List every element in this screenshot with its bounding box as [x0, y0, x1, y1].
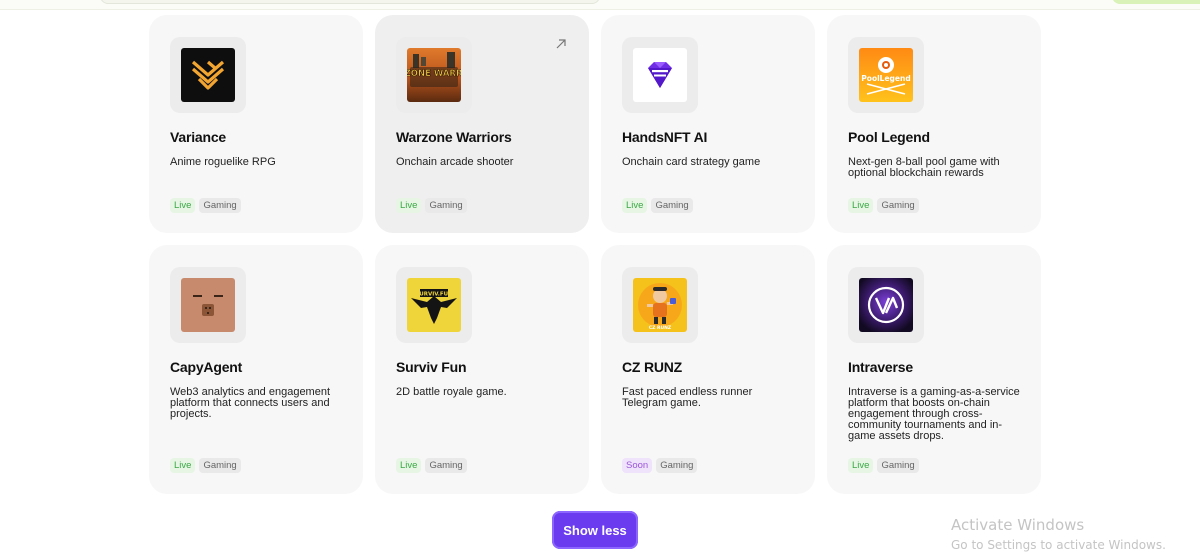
handsnft-diamond-logo-icon: [633, 48, 687, 102]
game-description: Anime roguelike RPG: [170, 156, 276, 168]
pool-legend-logo-icon: PoolLegend: [859, 48, 913, 102]
category-badge: Gaming: [877, 458, 919, 473]
game-card-capyagent[interactable]: CapyAgent Web3 analytics and engagement …: [149, 245, 363, 494]
category-badge: Gaming: [425, 458, 467, 473]
logo-frame: [170, 37, 246, 113]
game-title: CZ RUNZ: [622, 359, 683, 375]
logo-frame: [170, 267, 246, 343]
status-badge: Live: [396, 458, 422, 473]
status-badge: Live: [848, 198, 874, 213]
game-card-pool-legend[interactable]: PoolLegend Pool Legend Next-gen 8-ball p…: [827, 15, 1041, 233]
game-title: Surviv Fun: [396, 359, 467, 375]
game-description: Intraverse is a gaming-as-a-service plat…: [848, 386, 1020, 442]
watermark-title: Activate Windows: [951, 516, 1085, 534]
logo-text: PoolLegend: [861, 74, 910, 83]
tag-list: Live Gaming: [396, 458, 467, 473]
logo-frame: [622, 37, 698, 113]
tag-list: Live Gaming: [170, 458, 241, 473]
status-badge: Live: [622, 198, 648, 213]
logo-frame: [848, 267, 924, 343]
logo-frame: SURVIV.FUN: [396, 267, 472, 343]
show-less-button[interactable]: Show less: [552, 511, 638, 549]
game-card-cz-runz[interactable]: CZ RUNZ CZ RUNZ Fast paced endless runne…: [601, 245, 815, 494]
capybara-logo-icon: [181, 278, 235, 332]
game-description: Onchain arcade shooter: [396, 156, 514, 168]
surviv-fun-eagle-logo-icon: SURVIV.FUN: [407, 278, 461, 332]
intraverse-logo-icon: [859, 278, 913, 332]
logo-text: SURVIV.FUN: [415, 292, 453, 298]
game-title: Intraverse: [848, 359, 913, 375]
game-description: Fast paced endless runner Telegram game.: [622, 386, 753, 409]
logo-frame: WARZONE WARRIORS: [396, 37, 472, 113]
tag-list: Live Gaming: [396, 198, 467, 213]
search-bar-edge[interactable]: [100, 0, 600, 4]
category-badge: Gaming: [656, 458, 698, 473]
tag-list: Live Gaming: [622, 198, 693, 213]
game-title: Warzone Warriors: [396, 129, 512, 145]
game-description: 2D battle royale game.: [396, 386, 507, 398]
category-badge: Gaming: [651, 198, 693, 213]
game-card-handsnft-ai[interactable]: HandsNFT AI Onchain card strategy game L…: [601, 15, 815, 233]
external-link-arrow-icon[interactable]: [555, 38, 567, 50]
tag-list: Soon Gaming: [622, 458, 698, 473]
logo-text: WARZONE WARRIORS: [407, 69, 461, 79]
status-badge: Live: [396, 198, 422, 213]
category-badge: Gaming: [199, 458, 241, 473]
game-card-intraverse[interactable]: Intraverse Intraverse is a gaming-as-a-s…: [827, 245, 1041, 494]
status-badge: Soon: [622, 458, 653, 473]
game-title: HandsNFT AI: [622, 129, 708, 145]
category-badge: Gaming: [425, 198, 467, 213]
game-description: Onchain card strategy game: [622, 156, 761, 168]
logo-text: CZ RUNZ: [649, 325, 672, 331]
watermark-subtitle: Go to Settings to activate Windows.: [951, 538, 1166, 552]
variance-logo-icon: [181, 48, 235, 102]
warzone-warriors-logo-icon: WARZONE WARRIORS: [407, 48, 461, 102]
logo-frame: CZ RUNZ: [622, 267, 698, 343]
game-card-surviv-fun[interactable]: SURVIV.FUN Surviv Fun 2D battle royale g…: [375, 245, 589, 494]
tag-list: Live Gaming: [170, 198, 241, 213]
category-badge: Gaming: [199, 198, 241, 213]
top-bar: [0, 0, 1200, 10]
game-card-variance[interactable]: Variance Anime roguelike RPG Live Gaming: [149, 15, 363, 233]
status-badge: Live: [170, 458, 196, 473]
games-grid: Variance Anime roguelike RPG Live Gaming: [149, 15, 1041, 494]
category-badge: Gaming: [877, 198, 919, 213]
action-button-edge[interactable]: [1112, 0, 1200, 4]
cz-runz-character-logo-icon: CZ RUNZ: [633, 278, 687, 332]
tag-list: Live Gaming: [848, 458, 919, 473]
tag-list: Live Gaming: [848, 198, 919, 213]
game-description: Web3 analytics and engagement platform t…: [170, 386, 331, 420]
game-card-warzone-warriors[interactable]: WARZONE WARRIORS Warzone Warriors Onchai…: [375, 15, 589, 233]
status-badge: Live: [848, 458, 874, 473]
game-description: Next-gen 8-ball pool game with optional …: [848, 156, 1000, 179]
game-title: Pool Legend: [848, 129, 930, 145]
activate-windows-watermark: Activate Windows Go to Settings to activ…: [951, 516, 1166, 553]
game-title: Variance: [170, 129, 226, 145]
game-title: CapyAgent: [170, 359, 243, 375]
logo-frame: PoolLegend: [848, 37, 924, 113]
status-badge: Live: [170, 198, 196, 213]
